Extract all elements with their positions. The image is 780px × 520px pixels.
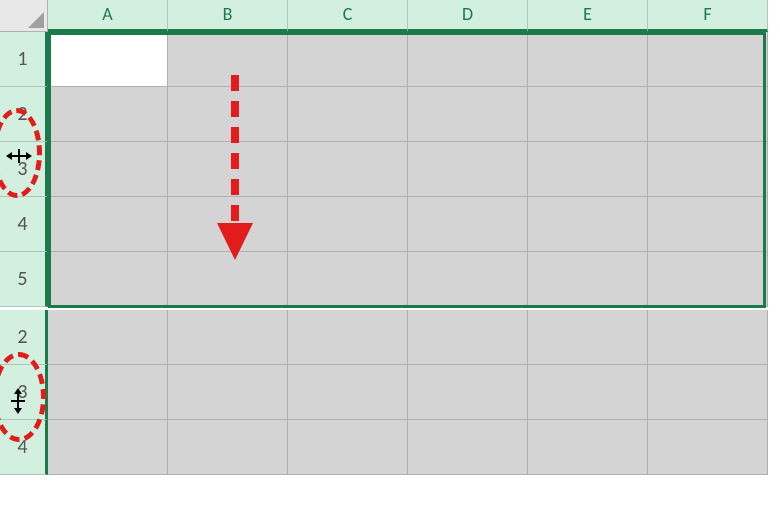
cell-f1[interactable] [648,32,768,87]
cell-c2b[interactable] [288,310,408,365]
cell-c4[interactable] [288,197,408,252]
cell-b4[interactable] [168,197,288,252]
cell-d4b[interactable] [408,420,528,475]
cell-c3[interactable] [288,142,408,197]
cell-f3[interactable] [648,142,768,197]
cell-b3b[interactable] [168,365,288,420]
row-headers-bottom: 2 3 4 [0,310,48,475]
row-header-3[interactable]: 3 [0,142,48,197]
col-header-c[interactable]: C [288,0,408,32]
cell-a5[interactable] [48,252,168,307]
cell-e4[interactable] [528,197,648,252]
cell-grid-bottom [48,310,768,475]
cell-b5[interactable] [168,252,288,307]
col-header-b[interactable]: B [168,0,288,32]
cell-a4b[interactable] [48,420,168,475]
cell-e2[interactable] [528,87,648,142]
spreadsheet-container: A B C D E F 1 2 3 4 5 [0,0,780,520]
cell-d3[interactable] [408,142,528,197]
cell-d2b[interactable] [408,310,528,365]
col-header-d[interactable]: D [408,0,528,32]
col-header-e[interactable]: E [528,0,648,32]
cell-d1[interactable] [408,32,528,87]
cell-f2[interactable] [648,87,768,142]
cell-d2[interactable] [408,87,528,142]
cell-d3b[interactable] [408,365,528,420]
cell-b3[interactable] [168,142,288,197]
cell-c3b[interactable] [288,365,408,420]
col-header-a[interactable]: A [48,0,168,32]
cell-f3b[interactable] [648,365,768,420]
row-header-2[interactable]: 2 [0,87,48,142]
bottom-pane: 2 3 4 [0,310,780,520]
cell-e4b[interactable] [528,420,648,475]
cell-c5[interactable] [288,252,408,307]
cell-e1[interactable] [528,32,648,87]
row-header-3b[interactable]: 3 [0,365,48,420]
cell-a4[interactable] [48,197,168,252]
cell-f4b[interactable] [648,420,768,475]
cell-b2[interactable] [168,87,288,142]
select-all-corner[interactable] [0,0,48,32]
cell-grid-top [48,32,768,307]
cell-a3[interactable] [48,142,168,197]
cell-b2b[interactable] [168,310,288,365]
cell-b1[interactable] [168,32,288,87]
cell-c4b[interactable] [288,420,408,475]
row-header-1[interactable]: 1 [0,32,48,87]
cell-d4[interactable] [408,197,528,252]
cell-a1[interactable] [48,32,168,87]
row-header-4b[interactable]: 4 [0,420,48,475]
cell-a2[interactable] [48,87,168,142]
cell-c1[interactable] [288,32,408,87]
row-header-5[interactable]: 5 [0,252,48,307]
cell-d5[interactable] [408,252,528,307]
cell-e5[interactable] [528,252,648,307]
row-header-2b[interactable]: 2 [0,310,48,365]
cell-c2[interactable] [288,87,408,142]
cell-a2b[interactable] [48,310,168,365]
cell-f2b[interactable] [648,310,768,365]
cell-a3b[interactable] [48,365,168,420]
cell-b4b[interactable] [168,420,288,475]
cell-e2b[interactable] [528,310,648,365]
row-header-4[interactable]: 4 [0,197,48,252]
cell-e3[interactable] [528,142,648,197]
cell-e3b[interactable] [528,365,648,420]
cell-f5[interactable] [648,252,768,307]
row-headers-top: 1 2 3 4 5 [0,32,48,307]
top-pane: A B C D E F 1 2 3 4 5 [0,0,780,310]
col-header-f[interactable]: F [648,0,768,32]
cell-f4[interactable] [648,197,768,252]
column-headers: A B C D E F [48,0,768,32]
